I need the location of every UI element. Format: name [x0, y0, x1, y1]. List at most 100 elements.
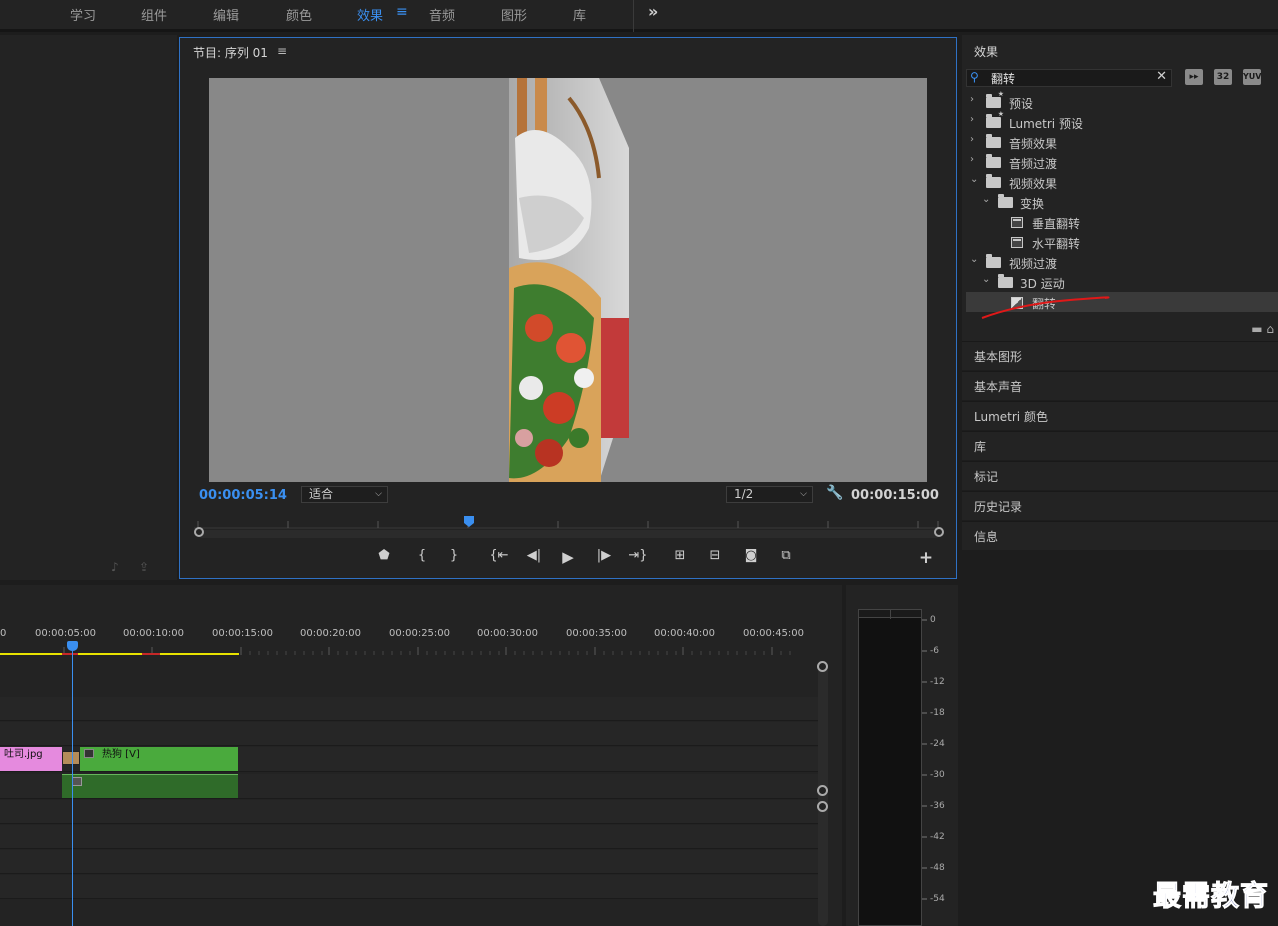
watermark-logo: 最需教育	[1152, 879, 1270, 913]
panel-info[interactable]: 信息	[962, 521, 1278, 550]
go-to-in-icon[interactable]: {⇤	[488, 548, 510, 563]
tree-item-audio-effects[interactable]: › 音频效果	[966, 132, 1278, 152]
workspace-menu-icon[interactable]: ≡	[396, 4, 408, 20]
camera-icon[interactable]: ◙	[740, 548, 762, 563]
video-effect-icon	[1011, 237, 1023, 248]
tree-item-video-transitions[interactable]: ⌄ 视频过渡	[966, 252, 1278, 272]
workspace-tab-color[interactable]: 颜色	[286, 5, 312, 24]
fit-dropdown[interactable]: 适合 ⌵	[301, 486, 388, 503]
panel-label: 历史记录	[974, 500, 1023, 514]
workspace-tab-editing[interactable]: 编辑	[213, 5, 239, 24]
resolution-dropdown[interactable]: 1/2 ⌵	[726, 486, 813, 503]
32-bit-effects-icon[interactable]: 32	[1214, 69, 1232, 85]
add-button-icon[interactable]: +	[915, 548, 937, 568]
more-workspaces-icon[interactable]: »	[648, 2, 658, 21]
audio-export-icon[interactable]: ♪	[111, 560, 119, 574]
mark-out-icon[interactable]: }	[443, 548, 465, 563]
chevron-right-icon[interactable]: ›	[970, 94, 980, 105]
ruler-label: 00:00:30:00	[477, 628, 539, 639]
timeline-vertical-scrollbar[interactable]	[817, 661, 828, 926]
share-icon[interactable]: ⇪	[139, 560, 149, 574]
clip-toast[interactable]: 吐司.jpg	[0, 747, 62, 771]
track-v3[interactable]	[0, 697, 818, 721]
panel-lumetri-color[interactable]: Lumetri 颜色	[962, 401, 1278, 430]
chevron-down-icon[interactable]: ⌄	[970, 174, 980, 185]
settings-wrench-icon[interactable]: 🔧	[826, 485, 843, 501]
effects-panel-title: 效果	[974, 45, 999, 59]
panel-essential-graphics[interactable]: 基本图形	[962, 341, 1278, 370]
tree-item-transform[interactable]: ⌄ 变换	[966, 192, 1278, 212]
ruler-label: 00:00:40:00	[654, 628, 716, 639]
current-timecode[interactable]: 00:00:05:14	[199, 488, 287, 503]
mark-in-icon[interactable]: {	[411, 548, 433, 563]
play-icon[interactable]: ▶	[557, 548, 579, 566]
panel-essential-sound[interactable]: 基本声音	[962, 371, 1278, 400]
chevron-right-icon[interactable]: ›	[970, 154, 980, 165]
effects-search-input[interactable]	[991, 71, 1151, 86]
db-label: -42	[930, 832, 945, 842]
tree-item-label: Lumetri 预设	[1009, 117, 1083, 131]
tree-item-lumetri-presets[interactable]: › Lumetri 预设	[966, 110, 1278, 132]
program-monitor-title: 节目: 序列 01	[193, 46, 268, 60]
tree-item-vertical-flip[interactable]: 垂直翻转	[966, 212, 1278, 232]
clear-search-icon[interactable]: ✕	[1156, 69, 1167, 84]
chevron-down-icon[interactable]: ⌄	[982, 274, 992, 285]
tree-item-label: 水平翻转	[1032, 237, 1081, 251]
scroll-handle-lower[interactable]	[817, 801, 828, 812]
track-a4[interactable]	[0, 850, 818, 874]
scroll-handle-mid[interactable]	[817, 785, 828, 796]
go-to-out-icon[interactable]: ⇥}	[627, 548, 649, 563]
step-forward-icon[interactable]: |▶	[593, 548, 615, 563]
workspace-tab-effects[interactable]: 效果	[357, 5, 383, 24]
scroll-handle-top[interactable]	[817, 661, 828, 672]
tree-item-audio-transitions[interactable]: › 音频过渡	[966, 152, 1278, 172]
scroll-start-handle[interactable]	[194, 527, 204, 537]
clip-label: 吐司.jpg	[4, 749, 43, 760]
track-v1[interactable]: 吐司.jpg 热狗 [V]	[0, 747, 818, 772]
panel-libraries[interactable]: 库	[962, 431, 1278, 460]
chevron-right-icon[interactable]: ›	[970, 134, 980, 145]
tree-item-3d-motion[interactable]: ⌄ 3D 运动	[966, 272, 1278, 292]
chevron-down-icon[interactable]: ⌄	[982, 194, 992, 205]
tree-item-label: 视频效果	[1009, 177, 1058, 191]
scroll-end-handle[interactable]	[934, 527, 944, 537]
fx-badge-icon	[84, 749, 94, 758]
chevron-right-icon[interactable]: ›	[970, 114, 980, 125]
track-a5[interactable]	[0, 875, 818, 899]
tree-item-video-effects[interactable]: ⌄ 视频效果	[966, 172, 1278, 192]
new-bin-icon[interactable]: ▬ ⌂	[1251, 322, 1274, 336]
chevron-down-icon[interactable]: ⌄	[970, 254, 980, 265]
workspace-tab-assembly[interactable]: 组件	[141, 5, 167, 24]
panel-markers[interactable]: 标记	[962, 461, 1278, 490]
yuv-effects-icon[interactable]: YUV	[1243, 69, 1261, 85]
track-a3[interactable]	[0, 825, 818, 849]
track-a2[interactable]	[0, 800, 818, 824]
extract-icon[interactable]: ⊟	[704, 548, 726, 563]
workspace-tab-graphics[interactable]: 图形	[501, 5, 527, 24]
monitor-playhead[interactable]	[464, 516, 474, 527]
transition-marker-icon[interactable]	[62, 751, 80, 765]
panel-menu-icon[interactable]: ≡	[277, 44, 287, 58]
track-v2[interactable]	[0, 722, 818, 746]
meter-peak-indicators[interactable]	[858, 609, 922, 619]
fx-badge-icon	[72, 777, 82, 786]
workspace-tab-audio[interactable]: 音频	[429, 5, 455, 24]
monitor-time-ruler[interactable]	[194, 515, 942, 529]
add-marker-icon[interactable]: ⬟	[373, 548, 395, 563]
monitor-scroll-bar[interactable]	[194, 527, 944, 538]
timeline-ruler[interactable]: 0 00:00:05:00 00:00:10:00 00:00:15:00 00…	[0, 625, 804, 655]
panel-history[interactable]: 历史记录	[962, 491, 1278, 520]
tree-item-horizontal-flip[interactable]: 水平翻转	[966, 232, 1278, 252]
step-back-icon[interactable]: ◀|	[523, 548, 545, 563]
accelerated-effects-icon[interactable]: ▸▸	[1185, 69, 1203, 85]
workspace-tab-learn[interactable]: 学习	[70, 5, 96, 24]
clip-hotdog-lower[interactable]	[62, 774, 238, 798]
clip-hotdog-video[interactable]: 热狗 [V]	[80, 747, 238, 771]
effects-search: ⚲ ✕	[966, 69, 1172, 87]
lift-icon[interactable]: ⊞	[669, 548, 691, 563]
workspace-tab-libraries[interactable]: 库	[573, 5, 586, 24]
video-preview[interactable]	[209, 78, 927, 482]
track-a1[interactable]	[0, 774, 818, 799]
compare-view-icon[interactable]: ⧉	[775, 548, 797, 563]
tree-item-presets[interactable]: › 预设	[966, 90, 1278, 112]
